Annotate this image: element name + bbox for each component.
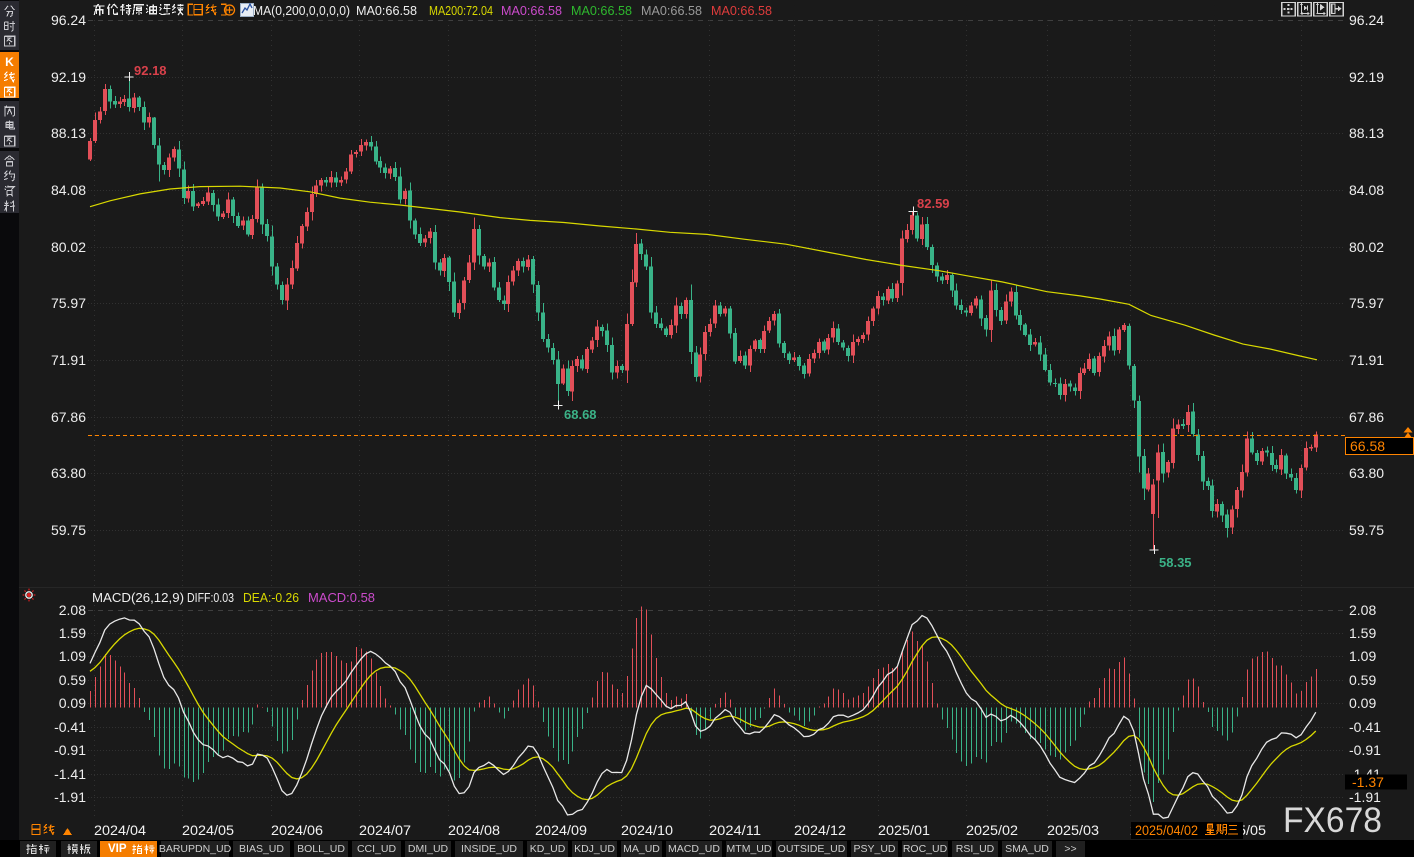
svg-text:BOLL_UD: BOLL_UD: [297, 843, 345, 855]
svg-text:MA200:72.04: MA200:72.04: [429, 4, 493, 18]
svg-text:MTM_UD: MTM_UD: [727, 843, 772, 855]
svg-text:BARUPDN_UD: BARUPDN_UD: [159, 843, 232, 855]
svg-text:67.86: 67.86: [51, 409, 86, 425]
svg-text:2025/01: 2025/01: [878, 822, 930, 838]
svg-text:DEA:-0.26: DEA:-0.26: [243, 591, 299, 605]
svg-text:2024/11: 2024/11: [709, 822, 761, 838]
svg-text:MA0:66.58: MA0:66.58: [571, 4, 632, 18]
svg-text:0.09: 0.09: [59, 695, 86, 711]
svg-text:MA0:66.58: MA0:66.58: [501, 4, 562, 18]
svg-text:2024/08: 2024/08: [448, 822, 500, 838]
svg-text:2024/05: 2024/05: [182, 822, 234, 838]
svg-text:75.97: 75.97: [1349, 295, 1384, 311]
svg-text:84.08: 84.08: [51, 182, 86, 198]
svg-text:DIFF:0.03: DIFF:0.03: [187, 591, 234, 605]
svg-text:K: K: [5, 55, 14, 69]
svg-text:2024/12: 2024/12: [794, 822, 846, 838]
svg-text:ROC_UD: ROC_UD: [903, 843, 948, 855]
svg-text:82.59: 82.59: [917, 196, 950, 211]
svg-text:1.59: 1.59: [59, 625, 86, 641]
svg-text:80.02: 80.02: [1349, 239, 1384, 255]
svg-text:1.09: 1.09: [1349, 648, 1376, 664]
svg-text:58.35: 58.35: [1159, 555, 1192, 570]
svg-text:2.08: 2.08: [59, 602, 86, 618]
svg-text:75.97: 75.97: [51, 295, 86, 311]
svg-text:MACD:0.58: MACD:0.58: [308, 591, 375, 605]
svg-text:CCI_UD: CCI_UD: [357, 843, 397, 855]
svg-text:DMI_UD: DMI_UD: [408, 843, 449, 855]
svg-text:MA_UD: MA_UD: [623, 843, 660, 855]
svg-text:SMA_UD: SMA_UD: [1005, 843, 1049, 855]
svg-text:80.02: 80.02: [51, 239, 86, 255]
svg-text:88.13: 88.13: [1349, 125, 1384, 141]
svg-text:VIP: VIP: [108, 843, 127, 855]
svg-text:BIAS_UD: BIAS_UD: [239, 843, 284, 855]
svg-text:59.75: 59.75: [1349, 522, 1384, 538]
svg-text:0.59: 0.59: [1349, 672, 1376, 688]
svg-text:2024/06: 2024/06: [271, 822, 323, 838]
svg-text:92.19: 92.19: [1349, 69, 1384, 85]
svg-text:96.24: 96.24: [51, 12, 86, 28]
svg-text:2024/07: 2024/07: [359, 822, 411, 838]
svg-text:66.58: 66.58: [1350, 438, 1385, 454]
svg-text:2.08: 2.08: [1349, 602, 1376, 618]
svg-text:OUTSIDE_UD: OUTSIDE_UD: [778, 843, 846, 855]
svg-text:MA(0,200,0,0,0,0): MA(0,200,0,0,0,0): [253, 4, 350, 18]
svg-text:63.80: 63.80: [1349, 465, 1384, 481]
svg-text:1.59: 1.59: [1349, 625, 1376, 641]
svg-text:71.91: 71.91: [1349, 352, 1384, 368]
svg-text:-1.41: -1.41: [54, 766, 86, 782]
svg-text:2025/04/02: 2025/04/02: [1135, 823, 1198, 838]
svg-text:-1.91: -1.91: [54, 789, 86, 805]
svg-text:92.18: 92.18: [134, 63, 167, 78]
svg-text:0.09: 0.09: [1349, 695, 1376, 711]
svg-text:-0.91: -0.91: [1349, 742, 1381, 758]
svg-text:MA0:66.58: MA0:66.58: [356, 4, 417, 18]
svg-text:MACD(26,12,9): MACD(26,12,9): [92, 591, 184, 605]
svg-text:PSY_UD: PSY_UD: [853, 843, 895, 855]
svg-text:RSI_UD: RSI_UD: [956, 843, 995, 855]
svg-text:MACD_UD: MACD_UD: [668, 843, 720, 855]
svg-text:-0.91: -0.91: [54, 742, 86, 758]
svg-text:INSIDE_UD: INSIDE_UD: [461, 843, 517, 855]
svg-text:63.80: 63.80: [51, 465, 86, 481]
svg-text:FX678: FX678: [1283, 801, 1382, 840]
svg-text:>>: >>: [1064, 843, 1076, 855]
svg-text:MA0:66.58: MA0:66.58: [711, 4, 772, 18]
svg-text:2024/09: 2024/09: [535, 822, 587, 838]
svg-text:88.13: 88.13: [51, 125, 86, 141]
svg-text:1.09: 1.09: [59, 648, 86, 664]
svg-text:68.68: 68.68: [564, 407, 597, 422]
svg-text:2024/10: 2024/10: [621, 822, 673, 838]
svg-text:59.75: 59.75: [51, 522, 86, 538]
svg-text:92.19: 92.19: [51, 69, 86, 85]
svg-text:-1.37: -1.37: [1352, 774, 1384, 790]
svg-text:-0.41: -0.41: [54, 719, 86, 735]
svg-text:96.24: 96.24: [1349, 12, 1384, 28]
svg-text:2025/03: 2025/03: [1047, 822, 1099, 838]
svg-text:2025/02: 2025/02: [966, 822, 1018, 838]
svg-text:84.08: 84.08: [1349, 182, 1384, 198]
svg-text:67.86: 67.86: [1349, 409, 1384, 425]
svg-text:-0.41: -0.41: [1349, 719, 1381, 735]
svg-text:MA0:66.58: MA0:66.58: [641, 4, 702, 18]
svg-text:KDJ_UD: KDJ_UD: [574, 843, 615, 855]
svg-text:71.91: 71.91: [51, 352, 86, 368]
svg-text:0.59: 0.59: [59, 672, 86, 688]
svg-text:2024/04: 2024/04: [94, 822, 146, 838]
svg-text:KD_UD: KD_UD: [530, 843, 566, 855]
